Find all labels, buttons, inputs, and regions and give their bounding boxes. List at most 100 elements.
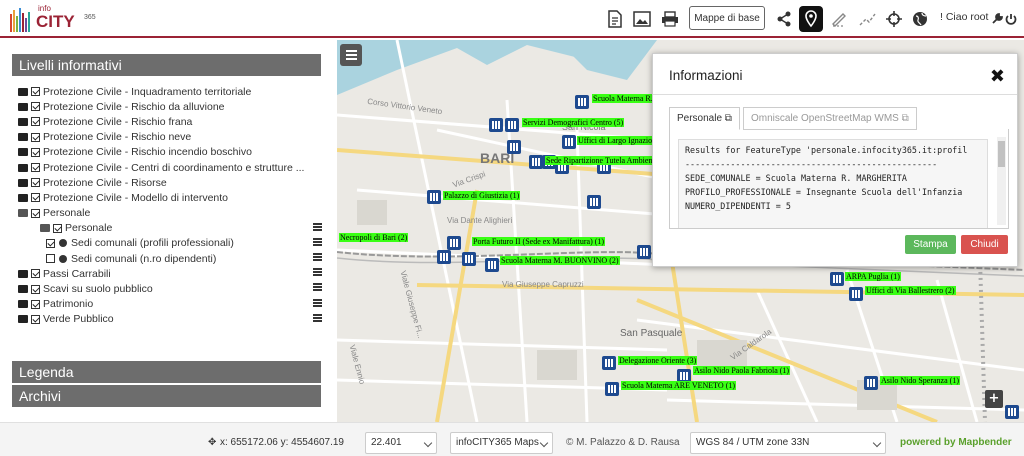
layer-checkbox[interactable]	[31, 87, 40, 97]
legend-document-icon[interactable]	[605, 9, 625, 29]
measure-area-icon[interactable]	[829, 9, 849, 29]
folder-icon[interactable]	[18, 87, 28, 96]
layer-item[interactable]: Protezione Civile - Inquadramento territ…	[12, 84, 324, 99]
close-button[interactable]: Chiudi	[961, 235, 1008, 254]
powered-by-link[interactable]: powered by Mapbender	[900, 437, 1012, 448]
layer-checkbox[interactable]	[31, 132, 40, 142]
wrench-icon[interactable]	[990, 9, 1004, 29]
info-icon[interactable]	[59, 239, 67, 248]
logout-icon[interactable]	[1004, 9, 1018, 29]
archive-panel-header[interactable]: Archivi	[12, 385, 321, 407]
poi-marker[interactable]	[1005, 405, 1019, 419]
layer-checkbox[interactable]	[31, 178, 40, 188]
poi-marker[interactable]	[637, 245, 651, 259]
layers-panel-header[interactable]: Livelli informativi	[12, 54, 321, 76]
folder-icon[interactable]	[18, 178, 28, 187]
legend-panel-header[interactable]: Legenda	[12, 361, 321, 383]
layer-checkbox[interactable]	[31, 299, 40, 309]
folder-icon[interactable]	[18, 163, 28, 172]
layer-checkbox[interactable]	[31, 269, 40, 279]
poi-marker[interactable]	[849, 287, 863, 301]
share-icon[interactable]	[774, 9, 794, 29]
poi-marker[interactable]	[605, 382, 619, 396]
layer-checkbox[interactable]	[31, 314, 40, 324]
folder-icon[interactable]	[18, 300, 28, 309]
folder-icon[interactable]	[18, 148, 28, 157]
sidebar-toggle-button[interactable]	[340, 44, 362, 66]
poi-marker[interactable]	[437, 250, 451, 264]
poi-marker[interactable]	[830, 272, 844, 286]
layer-item[interactable]: Protezione Civile - Modello di intervent…	[12, 190, 324, 205]
layer-item[interactable]: Protezione Civile - Rischio frana	[12, 114, 324, 129]
layer-menu-icon[interactable]	[313, 298, 322, 307]
folder-icon[interactable]	[18, 133, 28, 142]
layer-item[interactable]: Personale	[12, 206, 324, 221]
layer-menu-icon[interactable]	[313, 268, 322, 277]
layer-menu-icon[interactable]	[313, 237, 322, 246]
layer-checkbox[interactable]	[31, 208, 40, 218]
layer-checkbox[interactable]	[31, 102, 40, 112]
close-icon[interactable]: ✖	[990, 66, 1005, 87]
user-greeting[interactable]: ! Ciao root	[940, 11, 988, 23]
tab-personale[interactable]: Personale ⧉	[669, 107, 740, 130]
layer-item[interactable]: Protezione Civile - Rischio da alluvione	[12, 99, 324, 114]
layer-item[interactable]: Patrimonio	[12, 297, 324, 312]
vertical-scrollbar[interactable]	[997, 137, 1006, 225]
crs-select[interactable]: WGS 84 / UTM zone 33N	[690, 432, 886, 454]
tab-omniscale[interactable]: Omniscale OpenStreetMap WMS ⧉	[743, 107, 917, 130]
layer-checkbox[interactable]	[31, 193, 40, 203]
poi-marker[interactable]	[427, 190, 441, 204]
layer-checkbox[interactable]	[31, 163, 40, 173]
layer-item[interactable]: Protezione Civile - Rischio incendio bos…	[12, 145, 324, 160]
folder-icon[interactable]	[18, 315, 28, 324]
print-button[interactable]: Stampa	[905, 235, 956, 254]
layer-checkbox[interactable]	[31, 284, 40, 294]
scale-select[interactable]: 22.401	[365, 432, 437, 454]
map-select[interactable]: infoCITY365 Maps	[450, 432, 553, 454]
layer-menu-icon[interactable]	[313, 283, 322, 292]
poi-marker[interactable]	[562, 135, 576, 149]
layer-item[interactable]: Sedi comunali (n.ro dipendenti)	[12, 251, 324, 266]
infocity-logo[interactable]: info CITY 365	[8, 4, 98, 34]
crosshair-move-icon[interactable]	[884, 9, 904, 29]
poi-marker[interactable]	[507, 140, 521, 154]
poi-marker[interactable]	[864, 376, 878, 390]
folder-icon[interactable]	[18, 285, 28, 294]
layer-item[interactable]: Protezione Civile - Risorse	[12, 175, 324, 190]
layer-menu-icon[interactable]	[313, 222, 322, 231]
info-icon[interactable]	[59, 254, 67, 263]
poi-marker[interactable]	[575, 95, 589, 109]
layer-item[interactable]: Personale	[12, 221, 324, 236]
print-icon[interactable]	[660, 9, 680, 29]
layer-checkbox[interactable]	[31, 117, 40, 127]
zoom-in-button[interactable]: +	[985, 390, 1003, 408]
folder-open-icon[interactable]	[18, 209, 28, 218]
folder-icon[interactable]	[18, 269, 28, 278]
layer-item[interactable]: Protezione Civile - Centri di coordiname…	[12, 160, 324, 175]
poi-marker[interactable]	[587, 195, 601, 209]
globe-icon[interactable]	[910, 9, 930, 29]
folder-icon[interactable]	[18, 193, 28, 202]
layer-checkbox[interactable]	[46, 238, 55, 248]
layer-item[interactable]: Verde Pubblico	[12, 312, 324, 327]
layer-item[interactable]: Scavi su suolo pubblico	[12, 281, 324, 296]
layer-item[interactable]: Protezione Civile - Rischio neve	[12, 130, 324, 145]
poi-marker[interactable]	[462, 252, 476, 266]
poi-marker[interactable]	[447, 236, 461, 250]
basemap-button[interactable]: Mappe di base	[689, 6, 765, 30]
poi-marker[interactable]	[485, 258, 499, 272]
measure-line-icon[interactable]	[857, 9, 877, 29]
layer-menu-icon[interactable]	[313, 313, 322, 322]
layer-menu-icon[interactable]	[313, 253, 322, 262]
layer-checkbox[interactable]	[31, 147, 40, 157]
poi-marker[interactable]	[489, 118, 503, 132]
layer-item[interactable]: Sedi comunali (profili professionali)	[12, 236, 324, 251]
layer-checkbox[interactable]	[46, 254, 55, 264]
poi-marker[interactable]	[505, 118, 519, 132]
poi-marker[interactable]	[602, 356, 616, 370]
feature-info-pin-icon[interactable]	[799, 6, 823, 32]
layer-item[interactable]: Passi Carrabili	[12, 266, 324, 281]
folder-icon[interactable]	[18, 117, 28, 126]
layer-checkbox[interactable]	[53, 223, 62, 233]
folder-icon[interactable]	[18, 102, 28, 111]
